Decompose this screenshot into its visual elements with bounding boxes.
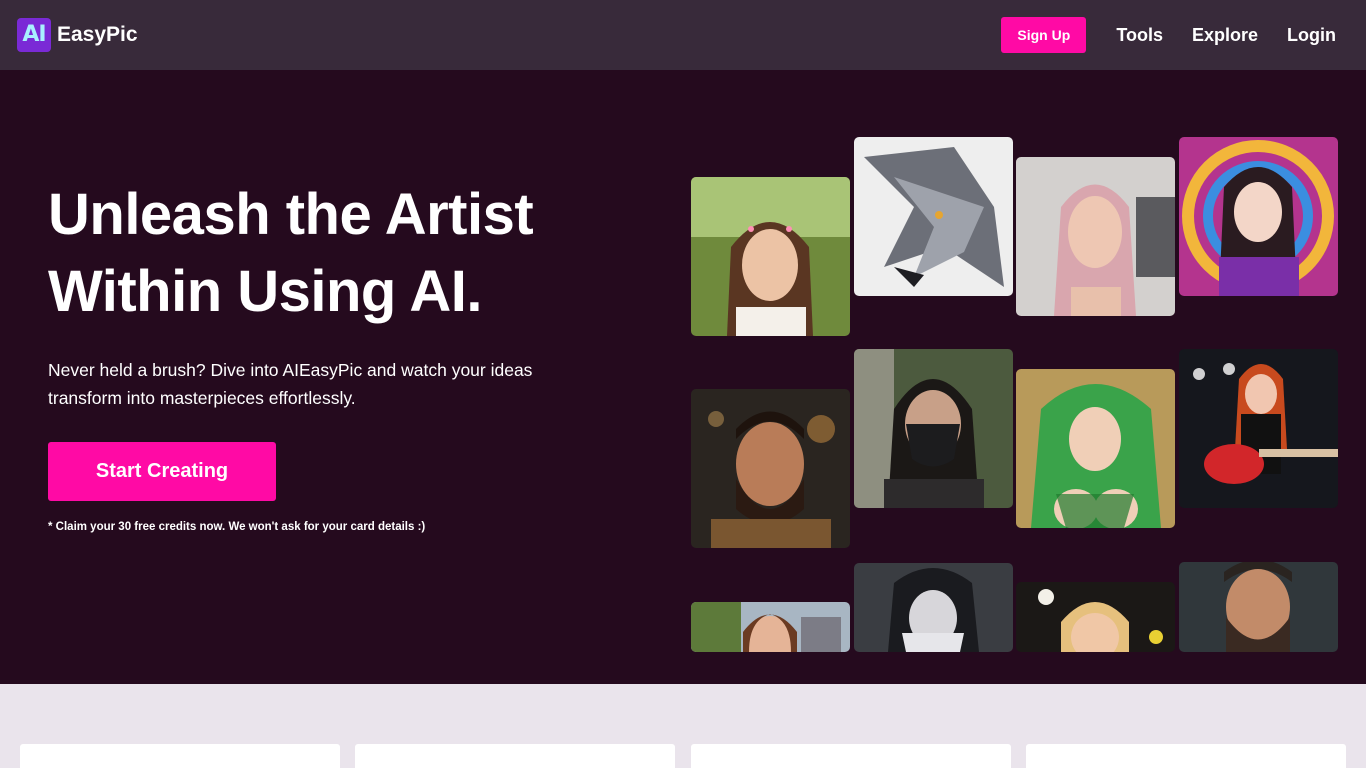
gallery-image-bearded-man[interactable] (1179, 562, 1338, 652)
hero-section: Unleash the Artist Within Using AI. Neve… (0, 70, 1366, 684)
gallery-image-blonde-woman[interactable] (1016, 582, 1175, 652)
logo[interactable]: AI EasyPic (17, 18, 138, 52)
gallery-image-bearded-warrior[interactable] (691, 389, 850, 548)
feature-card (20, 744, 340, 768)
image-gallery (0, 70, 1366, 684)
nav-links: Sign Up Tools Explore Login (1001, 17, 1336, 53)
gallery-image-redhead-guitarist[interactable] (1179, 349, 1338, 508)
nav-link-explore[interactable]: Explore (1192, 25, 1258, 46)
top-navbar: AI EasyPic Sign Up Tools Explore Login (0, 0, 1366, 70)
brand-name: EasyPic (57, 23, 138, 46)
features-section (0, 684, 1366, 768)
nav-link-tools[interactable]: Tools (1116, 25, 1163, 46)
nav-link-login[interactable]: Login (1287, 25, 1336, 46)
signup-button[interactable]: Sign Up (1001, 17, 1087, 53)
gallery-image-girl-flower-crown[interactable] (691, 177, 850, 336)
gallery-image-white-wolf[interactable] (854, 137, 1013, 296)
feature-card (355, 744, 675, 768)
feature-card (1026, 744, 1346, 768)
gallery-image-girl-castle[interactable] (691, 602, 850, 652)
gallery-image-pink-hair-woman[interactable] (1016, 157, 1175, 316)
logo-ai-badge: AI (17, 18, 51, 52)
gallery-image-anime-girl-rain[interactable] (854, 563, 1013, 652)
feature-card (691, 744, 1011, 768)
gallery-image-green-hair-elf[interactable] (1016, 369, 1175, 528)
gallery-image-psychedelic-anime-girl[interactable] (1179, 137, 1338, 296)
gallery-image-masked-ninja[interactable] (854, 349, 1013, 508)
